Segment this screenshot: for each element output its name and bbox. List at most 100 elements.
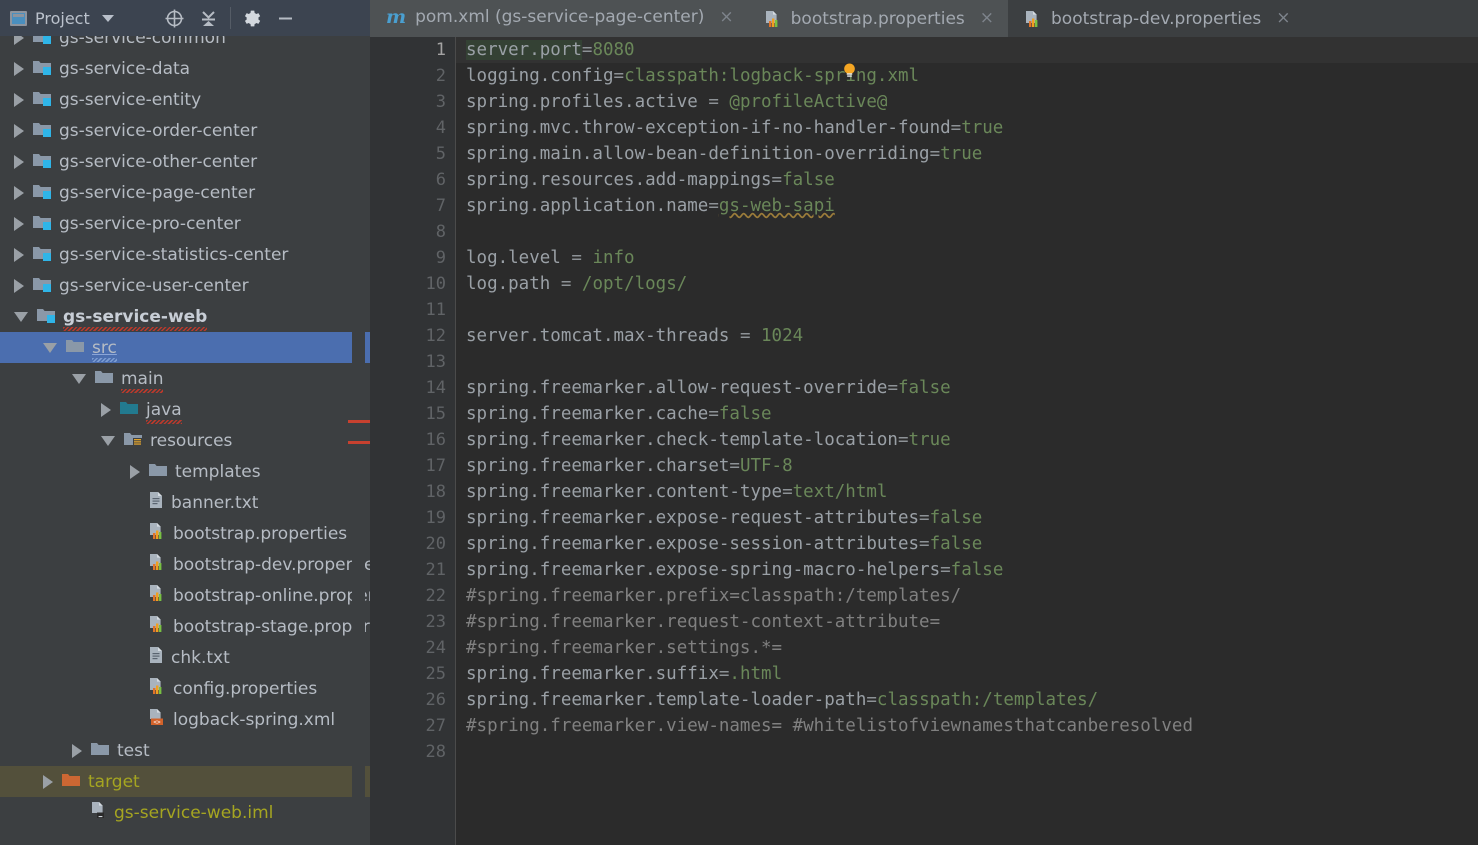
expand-arrow-icon[interactable]: [101, 402, 111, 417]
code-line[interactable]: spring.profiles.active = @profileActive@: [466, 89, 1478, 115]
code-line[interactable]: #spring.freemarker.prefix=classpath:/tem…: [466, 583, 1478, 609]
intention-bulb-icon[interactable]: [841, 62, 858, 79]
tree-item-resources[interactable]: resources: [0, 425, 370, 456]
tree-item-java[interactable]: java: [0, 394, 370, 425]
expand-arrow-icon[interactable]: [14, 92, 24, 107]
line-number: 4: [435, 118, 446, 138]
line-number: 5: [435, 144, 446, 164]
tree-item-test[interactable]: test: [0, 735, 370, 766]
tree-arrow-spacer: [130, 651, 140, 665]
tree-arrow-spacer: [130, 558, 140, 572]
tree-item-gs-service-other-center[interactable]: gs-service-other-center: [0, 146, 370, 177]
code-line[interactable]: spring.freemarker.expose-request-attribu…: [466, 505, 1478, 531]
minimize-icon[interactable]: [269, 3, 303, 33]
collapse-all-icon[interactable]: [192, 3, 226, 33]
tree-item-main[interactable]: main: [0, 363, 370, 394]
code-line[interactable]: spring.freemarker.expose-spring-macro-he…: [466, 557, 1478, 583]
tree-item-templates[interactable]: templates: [0, 456, 370, 487]
expand-arrow-icon[interactable]: [14, 278, 24, 293]
code-line[interactable]: spring.resources.add-mappings=false: [466, 167, 1478, 193]
code-line[interactable]: [466, 219, 1478, 245]
tree-item-gs-service-web[interactable]: gs-service-web: [0, 301, 370, 332]
tree-item-gs-service-data[interactable]: gs-service-data: [0, 53, 370, 84]
code-line[interactable]: spring.freemarker.template-loader-path=c…: [466, 687, 1478, 713]
tree-item-gs-service-statistics-center[interactable]: gs-service-statistics-center: [0, 239, 370, 270]
expand-arrow-icon[interactable]: [14, 216, 24, 231]
code-token: #spring.freemarker.request-context-attri…: [466, 612, 941, 632]
code-line[interactable]: spring.application.name=gs-web-sapi: [466, 193, 1478, 219]
collapse-arrow-icon[interactable]: [72, 373, 86, 384]
tree-item-gs-service-common[interactable]: gs-service-common: [0, 36, 370, 53]
expand-arrow-icon[interactable]: [43, 774, 53, 789]
tree-item-banner-txt[interactable]: banner.txt: [0, 487, 370, 518]
tree-item-gs-service-order-center[interactable]: gs-service-order-center: [0, 115, 370, 146]
code-line[interactable]: spring.freemarker.cache=false: [466, 401, 1478, 427]
expand-arrow-icon[interactable]: [14, 154, 24, 169]
tree-item-gs-service-entity[interactable]: gs-service-entity: [0, 84, 370, 115]
code-line[interactable]: logging.config=classpath:logback-spring.…: [466, 63, 1478, 89]
tree-item-bootstrap-properties[interactable]: bootstrap.properties: [0, 518, 370, 549]
tree-item-bootstrap-dev-properties[interactable]: bootstrap-dev.properties: [0, 549, 370, 580]
code-line[interactable]: server.tomcat.max-threads = 1024: [466, 323, 1478, 349]
close-icon[interactable]: ×: [980, 10, 994, 27]
tree-item-gs-service-pro-center[interactable]: gs-service-pro-center: [0, 208, 370, 239]
code-line[interactable]: #spring.freemarker.view-names= #whitelis…: [466, 713, 1478, 739]
code-line[interactable]: server.port=8080: [466, 37, 1478, 63]
chevron-down-icon[interactable]: [101, 14, 114, 22]
tree-item-gs-service-page-center[interactable]: gs-service-page-center: [0, 177, 370, 208]
error-squiggle: [92, 357, 117, 362]
editor-gutter[interactable]: 1 2 3 4 5 6 7 8 9 10 11 12 13 14 15 16 17 18 19 20 21 22 23 24 2…: [370, 37, 456, 845]
tree-item-chk-txt[interactable]: chk.txt: [0, 642, 370, 673]
editor-tab-2[interactable]: bootstrap-dev.properties ×: [1008, 0, 1305, 37]
expand-arrow-icon[interactable]: [130, 464, 140, 479]
code-token: log.level: [466, 248, 572, 268]
code-line[interactable]: #spring.freemarker.request-context-attri…: [466, 609, 1478, 635]
code-line[interactable]: spring.freemarker.allow-request-override…: [466, 375, 1478, 401]
code-token: 1024: [761, 326, 804, 346]
editor-tab-0[interactable]: m pom.xml (gs-service-page-center) ×: [370, 0, 748, 37]
code-line[interactable]: spring.freemarker.expose-session-attribu…: [466, 531, 1478, 557]
expand-arrow-icon[interactable]: [14, 61, 24, 76]
code-token: true: [961, 118, 1004, 138]
expand-arrow-icon[interactable]: [14, 185, 24, 200]
editor-code-content[interactable]: server.port=8080 logging.config=classpath…: [466, 37, 1478, 845]
tree-item-bootstrap-stage-properties[interactable]: bootstrap-stage.properties: [0, 611, 370, 642]
close-icon[interactable]: ×: [719, 8, 733, 26]
tree-item-logback-spring-xml[interactable]: <> logback-spring.xml: [0, 704, 370, 735]
expand-arrow-icon[interactable]: [14, 123, 24, 138]
code-line[interactable]: spring.freemarker.check-template-locatio…: [466, 427, 1478, 453]
code-line[interactable]: spring.freemarker.suffix=.html: [466, 661, 1478, 687]
code-line[interactable]: [466, 739, 1478, 765]
tree-item-src[interactable]: src: [0, 332, 370, 363]
code-line[interactable]: [466, 349, 1478, 375]
project-panel-title: Project: [35, 8, 90, 28]
tree-item-gs-service-user-center[interactable]: gs-service-user-center: [0, 270, 370, 301]
expand-arrow-icon[interactable]: [72, 743, 82, 758]
editor-tab-1[interactable]: bootstrap.properties ×: [747, 0, 1009, 37]
code-line[interactable]: log.path = /opt/logs/: [466, 271, 1478, 297]
settings-gear-icon[interactable]: [235, 3, 269, 33]
expand-arrow-icon[interactable]: [14, 247, 24, 262]
collapse-arrow-icon[interactable]: [43, 342, 57, 353]
code-line[interactable]: #spring.freemarker.settings.*=: [466, 635, 1478, 661]
close-icon[interactable]: ×: [1276, 10, 1290, 27]
tree-item-gs-service-web-iml[interactable]: gs-service-web.iml: [0, 797, 370, 828]
collapse-arrow-icon[interactable]: [14, 311, 28, 322]
code-line[interactable]: spring.freemarker.charset=UTF-8: [466, 453, 1478, 479]
code-line[interactable]: spring.main.allow-bean-definition-overri…: [466, 141, 1478, 167]
collapse-arrow-icon[interactable]: [101, 435, 115, 446]
code-line[interactable]: log.level = info: [466, 245, 1478, 271]
line-number: 18: [425, 482, 446, 502]
tree-item-bootstrap-online-properties[interactable]: bootstrap-online.properties: [0, 580, 370, 611]
expand-arrow-icon[interactable]: [14, 36, 24, 45]
project-panel-title-group[interactable]: Project: [0, 9, 114, 28]
tree-item-target[interactable]: target: [0, 766, 370, 797]
line-number: 10: [425, 274, 446, 294]
locate-target-icon[interactable]: [158, 3, 192, 33]
project-file-tree[interactable]: gs-service-common gs-service-data gs-servi…: [0, 36, 370, 845]
code-token: false: [929, 508, 983, 528]
code-line[interactable]: spring.mvc.throw-exception-if-no-handler…: [466, 115, 1478, 141]
code-line[interactable]: spring.freemarker.content-type=text/html: [466, 479, 1478, 505]
tree-item-config-properties[interactable]: config.properties: [0, 673, 370, 704]
code-line[interactable]: [466, 297, 1478, 323]
